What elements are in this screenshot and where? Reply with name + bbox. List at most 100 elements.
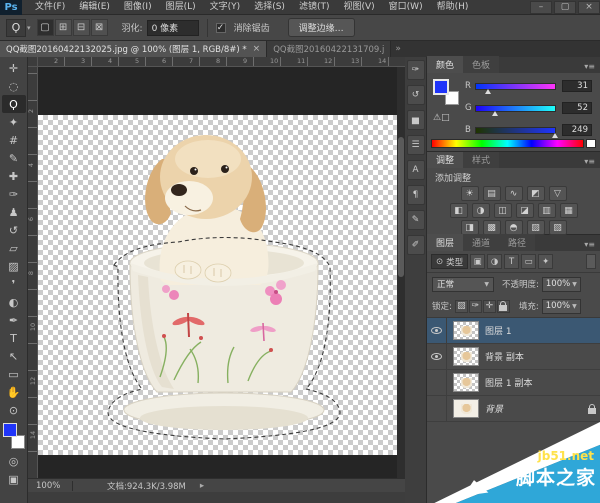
eye-icon[interactable] [431,353,442,360]
type-tool[interactable]: T [2,329,26,347]
lock-pixels-icon[interactable]: ✑ [469,300,482,313]
selective-color-icon[interactable]: ▧ [549,220,567,235]
menu-view[interactable]: 视图(V) [336,0,381,15]
intersect-selection-icon[interactable]: ⊠ [91,19,108,36]
gradient-tool[interactable]: ▨ [2,257,26,275]
document-viewport[interactable] [38,67,397,478]
info-icon[interactable]: ☰ [407,135,425,155]
gradient-map-icon[interactable]: ▨ [527,220,545,235]
red-slider-thumb[interactable] [485,89,491,94]
filter-toggle-switch[interactable] [586,254,596,269]
refine-edge-button[interactable]: 调整边缘… [288,18,355,37]
menu-image[interactable]: 图像(I) [117,0,159,15]
vibrance-icon[interactable]: ▽ [549,186,567,201]
tab-close-icon[interactable]: × [253,44,261,54]
vertical-scrollbar-thumb[interactable] [398,137,404,277]
hue-saturation-icon[interactable]: ◧ [450,203,468,218]
new-selection-icon[interactable]: ▢ [37,19,54,36]
gamut-warning-icon[interactable]: ⚠ [433,113,441,123]
transparent-document[interactable] [38,115,397,455]
blue-value-field[interactable]: 249 [562,124,592,136]
brush-presets-icon[interactable]: ✑ [407,60,425,80]
curves-icon[interactable]: ∿ [505,186,523,201]
tab-layers[interactable]: 图层 [427,234,463,251]
menu-file[interactable]: 文件(F) [28,0,72,15]
panel-menu-icon[interactable]: ▾≡ [584,157,600,168]
paragraph-styles-icon[interactable]: ✐ [407,235,425,255]
tab-paths[interactable]: 路径 [499,234,535,251]
dodge-tool[interactable]: ◐ [2,293,26,311]
move-tool[interactable]: ✛ [2,59,26,77]
maximize-button[interactable]: ▢ [554,1,576,14]
tab-styles[interactable]: 样式 [463,151,499,168]
filter-pixel-icon[interactable]: ▣ [470,254,485,269]
menu-help[interactable]: 帮助(H) [430,0,476,15]
history-brush-tool[interactable]: ↺ [2,221,26,239]
menu-filter[interactable]: 滤镜(T) [292,0,337,15]
brush-tool[interactable]: ✑ [2,185,26,203]
histogram-icon[interactable]: ▅ [407,110,425,130]
brightness-contrast-icon[interactable]: ☀ [461,186,479,201]
color-balance-icon[interactable]: ◑ [472,203,490,218]
channel-mixer-icon[interactable]: ▥ [538,203,556,218]
pen-tool[interactable]: ✒ [2,311,26,329]
blur-tool[interactable]: ❜ [2,275,26,293]
tab-swatches[interactable]: 色板 [463,56,499,73]
visibility-cell[interactable] [427,344,447,369]
layer-thumbnail[interactable] [453,321,479,340]
filter-smart-icon[interactable]: ✦ [538,254,553,269]
layer-row-background[interactable]: 背景 [427,396,600,422]
green-slider-thumb[interactable] [492,111,498,116]
color-lookup-icon[interactable]: ▦ [560,203,578,218]
tab-overflow-icon[interactable]: » [395,44,401,54]
color-spectrum-ramp[interactable] [431,139,584,148]
visibility-cell[interactable] [427,370,447,395]
tab-color[interactable]: 颜色 [427,56,463,73]
red-value-field[interactable]: 31 [562,80,592,92]
history-icon[interactable]: ↺ [407,85,425,105]
antialias-checkbox[interactable]: ✓ [216,23,226,33]
background-color-swatch[interactable] [11,435,25,449]
lasso-tool-icon[interactable]: Ϙ [6,19,26,37]
filter-kind-select[interactable]: ⊙ 类型 [431,254,468,269]
feather-input[interactable]: 0 像素 [147,20,199,36]
posterize-icon[interactable]: ▩ [483,220,501,235]
paragraph-icon[interactable]: ¶ [407,185,425,205]
opacity-field[interactable]: 100% ▼ [542,277,581,292]
marquee-tool[interactable]: ◌ [2,77,26,95]
menu-window[interactable]: 窗口(W) [382,0,430,15]
status-menu-arrow-icon[interactable]: ▸ [200,481,204,491]
panel-menu-icon[interactable]: ▾≡ [584,240,600,251]
subtract-from-selection-icon[interactable]: ⊟ [73,19,90,36]
lock-transparency-icon[interactable]: ▨ [455,300,468,313]
eye-icon[interactable] [431,327,442,334]
zoom-level-field[interactable]: 100% [28,481,66,491]
layer-thumbnail[interactable] [453,399,479,418]
layer-row-background-copy[interactable]: 背景 副本 [427,344,600,370]
document-tab-inactive[interactable]: QQ截图20160422131709.j [267,41,391,57]
magic-wand-tool[interactable]: ✦ [2,113,26,131]
foreground-color-swatch[interactable] [433,79,449,95]
filter-adjustment-icon[interactable]: ◑ [487,254,502,269]
invert-icon[interactable]: ◨ [461,220,479,235]
blue-slider[interactable] [475,127,556,134]
zoom-tool[interactable]: ⊙ [2,401,26,419]
tool-preset-caret-icon[interactable]: ▾ [27,24,31,32]
lasso-tool[interactable]: Ϙ [2,95,26,113]
photo-filter-icon[interactable]: ◪ [516,203,534,218]
minimize-button[interactable]: – [530,1,552,14]
crop-tool[interactable]: # [2,131,26,149]
web-color-chip-icon[interactable]: □ [441,113,450,123]
lock-position-icon[interactable]: ✛ [483,300,496,313]
lock-all-icon[interactable] [497,300,510,313]
character-styles-icon[interactable]: ✎ [407,210,425,230]
shape-tool[interactable]: ▭ [2,365,26,383]
path-select-tool[interactable]: ↖ [2,347,26,365]
visibility-cell[interactable] [427,396,447,421]
quick-mask-icon[interactable]: ◎ [2,452,26,470]
layer-row-layer1[interactable]: 图层 1 [427,318,600,344]
fill-field[interactable]: 100% ▼ [542,299,581,314]
filter-type-icon[interactable]: T [504,254,519,269]
white-chip[interactable] [586,139,596,148]
green-value-field[interactable]: 52 [562,102,592,114]
